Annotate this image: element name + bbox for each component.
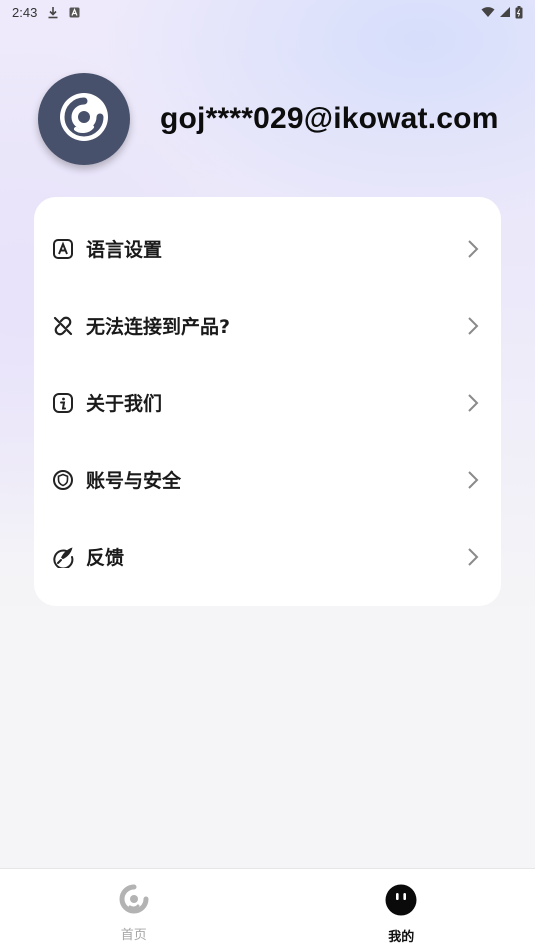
menu-item-label: 无法连接到产品? <box>86 316 231 338</box>
download-icon <box>47 6 59 19</box>
status-left: 2:43 <box>12 5 80 20</box>
menu-item-about-us[interactable]: 关于我们 <box>34 364 501 441</box>
avatar[interactable] <box>38 73 130 165</box>
menu-item-label: 账号与安全 <box>86 470 182 492</box>
chevron-right-icon <box>467 316 479 336</box>
feedback-pen-icon <box>52 546 74 568</box>
status-time: 2:43 <box>12 4 38 20</box>
menu-item-connection-help[interactable]: 无法连接到产品? <box>34 287 501 364</box>
tab-profile-label: 我的 <box>388 930 415 945</box>
menu-item-label: 语言设置 <box>86 239 163 261</box>
info-icon <box>52 392 74 414</box>
chevron-right-icon <box>467 239 479 259</box>
tab-home-label: 首页 <box>120 928 147 943</box>
profile-header: goj****029@ikowat.com <box>38 72 499 166</box>
shield-icon <box>52 469 74 491</box>
app-logo-icon <box>54 87 114 151</box>
menu-item-account-security[interactable]: 账号与安全 <box>34 441 501 518</box>
a-badge-icon <box>69 7 80 18</box>
tab-home[interactable]: 首页 <box>0 869 268 951</box>
home-logo-icon <box>119 884 149 918</box>
tab-profile[interactable]: 我的 <box>268 869 535 951</box>
account-email: goj****029@ikowat.com <box>160 102 499 135</box>
battery-icon <box>515 5 523 19</box>
status-bar: 2:43 <box>0 0 535 24</box>
bottom-navigation: 首页 我的 <box>0 868 535 951</box>
broken-link-icon <box>52 315 74 337</box>
menu-item-language[interactable]: 语言设置 <box>34 210 501 287</box>
signal-icon <box>499 6 511 18</box>
profile-face-icon <box>385 884 417 920</box>
menu-item-feedback[interactable]: 反馈 <box>34 518 501 595</box>
wifi-icon <box>481 6 495 18</box>
settings-menu-card: 语言设置 无法连接到产品? 关于我们 账号与安全 反馈 <box>34 197 501 606</box>
chevron-right-icon <box>467 393 479 413</box>
chevron-right-icon <box>467 547 479 567</box>
status-right <box>481 5 523 19</box>
chevron-right-icon <box>467 470 479 490</box>
menu-item-label: 关于我们 <box>86 393 163 415</box>
language-icon <box>52 238 74 260</box>
menu-item-label: 反馈 <box>86 547 125 569</box>
